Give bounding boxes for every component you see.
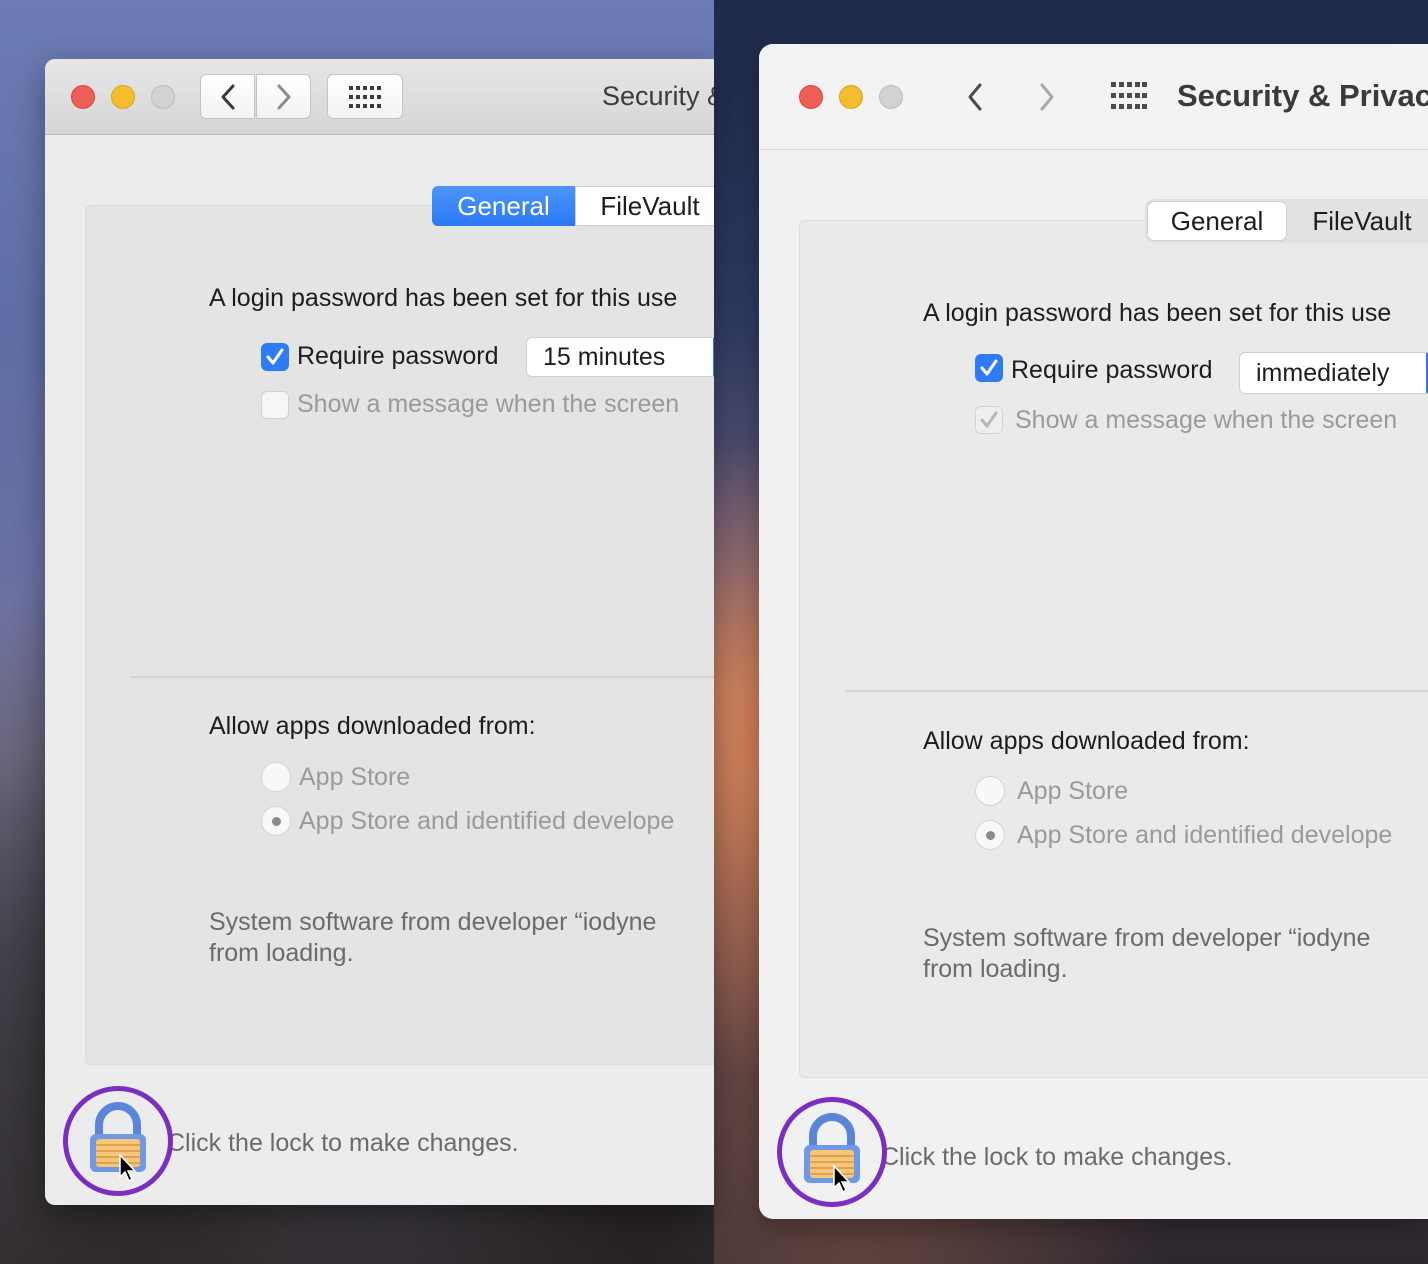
- zoom-button[interactable]: [879, 85, 903, 109]
- radio-selected-dot: [271, 816, 281, 826]
- forward-chevron-icon: [277, 84, 290, 109]
- require-password-delay-select[interactable]: immediately: [1239, 352, 1428, 394]
- checkmark-icon: [980, 359, 998, 376]
- back-chevron-icon: [968, 83, 982, 111]
- forward-chevron-icon: [1040, 83, 1054, 111]
- grid-icon: [1111, 82, 1147, 109]
- require-password-checkbox[interactable]: [975, 354, 1003, 382]
- require-password-delay-value: immediately: [1256, 358, 1390, 387]
- separator: [131, 676, 714, 678]
- window-title: Security & Privacy: [1177, 78, 1428, 113]
- radio-app-store-label: App Store: [1017, 777, 1129, 805]
- back-button[interactable]: [957, 77, 993, 117]
- login-password-text: A login password has been set for this u…: [209, 284, 678, 312]
- lock-hint-text: Click the lock to make changes.: [881, 1143, 1233, 1171]
- require-password-checkbox[interactable]: [261, 343, 289, 371]
- window-title: Security &: [602, 81, 714, 111]
- require-password-delay-value: 15 minutes: [543, 342, 666, 371]
- forward-button[interactable]: [256, 74, 311, 119]
- minimize-button[interactable]: [839, 85, 863, 109]
- close-button[interactable]: [799, 85, 823, 109]
- system-software-text-line2: from loading.: [923, 955, 1068, 983]
- lock-icon: [804, 1113, 860, 1194]
- require-password-label: Require password: [1011, 356, 1213, 384]
- login-password-text: A login password has been set for this u…: [923, 299, 1392, 327]
- radio-identified-developers[interactable]: [261, 806, 291, 836]
- toolbar: Security &: [45, 59, 714, 135]
- radio-identified-developers-label: App Store and identified develope: [299, 807, 675, 835]
- system-software-text-line1: System software from developer “iodyne: [923, 924, 1371, 952]
- grid-icon: [349, 85, 381, 108]
- require-password-delay-select[interactable]: 15 minutes: [526, 337, 714, 377]
- security-window-right: Security & Privacy General FileVault A l…: [759, 44, 1428, 1219]
- tab-general[interactable]: General: [432, 186, 575, 226]
- show-message-label: Show a message when the screen: [1015, 406, 1398, 434]
- allow-apps-heading: Allow apps downloaded from:: [209, 712, 536, 740]
- radio-app-store[interactable]: [975, 776, 1005, 806]
- security-window-left: Security & General FileVault A login pas…: [45, 59, 714, 1205]
- tab-general[interactable]: General: [1147, 201, 1287, 241]
- show-message-checkbox[interactable]: [975, 406, 1003, 434]
- checkmark-icon: [266, 348, 284, 365]
- checkmark-icon: [980, 411, 998, 428]
- radio-app-store[interactable]: [261, 762, 291, 792]
- radio-identified-developers-label: App Store and identified develope: [1017, 821, 1393, 849]
- system-software-text-line1: System software from developer “iodyne: [209, 908, 657, 936]
- lock-hint-text: Click the lock to make changes.: [167, 1129, 519, 1157]
- lock-button-highlight-left[interactable]: [63, 1086, 173, 1196]
- close-button[interactable]: [71, 85, 95, 109]
- zoom-button[interactable]: [151, 85, 175, 109]
- separator: [845, 690, 1428, 692]
- select-arrow-icon: [713, 338, 714, 376]
- require-password-label: Require password: [297, 342, 499, 370]
- lock-button-highlight-right[interactable]: [777, 1097, 887, 1207]
- tab-bar: General FileVault: [1145, 199, 1428, 243]
- tab-bar: General FileVault: [432, 186, 714, 226]
- allow-apps-heading: Allow apps downloaded from:: [923, 727, 1250, 755]
- minimize-button[interactable]: [111, 85, 135, 109]
- back-button[interactable]: [200, 74, 255, 119]
- tab-filevault[interactable]: FileVault: [575, 186, 714, 226]
- tab-filevault[interactable]: FileVault: [1287, 201, 1428, 241]
- toolbar: Security & Privacy: [759, 44, 1428, 150]
- back-chevron-icon: [221, 84, 234, 109]
- show-all-button[interactable]: [327, 74, 403, 119]
- show-all-button[interactable]: [1109, 81, 1149, 111]
- radio-app-store-label: App Store: [299, 763, 411, 791]
- forward-button[interactable]: [1029, 77, 1065, 117]
- radio-identified-developers[interactable]: [975, 820, 1005, 850]
- lock-icon: [90, 1102, 146, 1183]
- show-message-checkbox[interactable]: [261, 391, 289, 419]
- system-software-text-line2: from loading.: [209, 939, 354, 967]
- radio-selected-dot: [985, 830, 995, 840]
- show-message-label: Show a message when the screen: [297, 390, 680, 418]
